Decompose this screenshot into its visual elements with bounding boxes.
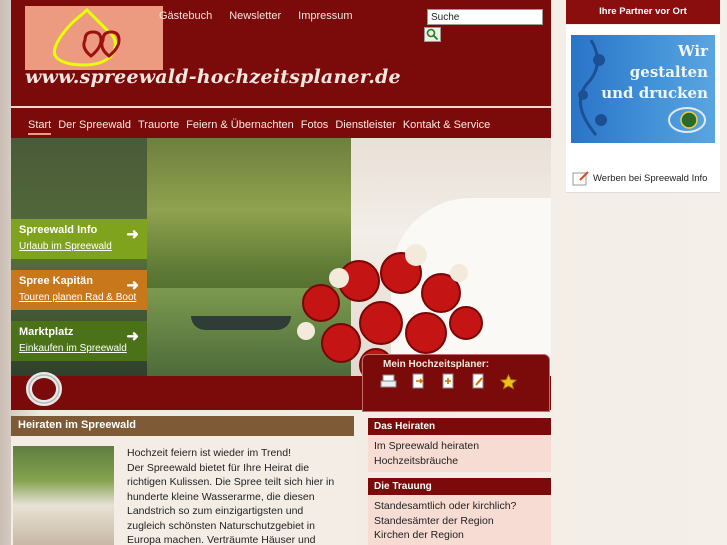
hochzeitsplaner-toolbar: Mein Hochzeitsplaner: [362,354,550,412]
sidebar-header: Ihre Partner vor Ort [566,0,720,24]
rail-link[interactable]: Standesämter der Region [374,514,545,529]
sidebar-title: Ihre Partner vor Ort [599,6,687,17]
nav-dienstleister[interactable]: Dienstleister [335,119,396,131]
nav-spreewald[interactable]: Der Spreewald [58,119,131,131]
nav-feiern[interactable]: Feiern & Übernachten [186,119,294,131]
top-nav: Gästebuch Newsletter Impressum [159,10,353,22]
nav-fotos[interactable]: Fotos [301,119,329,131]
export-icon[interactable] [410,373,427,390]
page: www.spreewald-hochzeitsplaner.de Gästebu… [0,0,727,545]
rail-link[interactable]: Kirchen der Region [374,528,545,543]
topnav-imprint-link[interactable]: Impressum [298,10,352,22]
promo-spreewald-info[interactable]: Spreewald Info Urlaub im Spreewald ➜ [11,219,147,259]
arrow-right-icon: ➜ [126,277,139,294]
site-url: www.spreewald-hochzeitsplaner.de [25,66,401,88]
promo-marktplatz[interactable]: Marktplatz Einkaufen im Spreewald ➜ [11,321,147,361]
edit-icon[interactable] [470,373,487,390]
search-input[interactable] [427,9,543,25]
content-line: richtigen Kulissen. Die Spree teilt sich… [127,476,335,488]
arrow-right-icon: ➜ [126,328,139,345]
ad-text: Wir gestalten und drucken [601,41,708,104]
promo-link[interactable]: Touren planen Rad & Boot [19,292,139,303]
hero-image: Spreewald Info Urlaub im Spreewald ➜ Spr… [11,138,551,378]
content-line: hunderte kleine Wasserarme, die diesen [127,490,315,503]
topnav-guestbook-link[interactable]: Gästebuch [159,10,212,22]
ad-line: gestalten [629,63,708,81]
logo[interactable] [25,6,163,70]
content-section: Heiraten im Spreewald Hochzeit feiern is… [11,416,354,545]
globe-icon [668,107,706,133]
planer-icons [380,373,517,390]
nav-trauorte[interactable]: Trauorte [138,119,179,131]
promo-title: Spreewald Info [19,224,98,236]
search-icon [426,28,439,41]
rail-link[interactable]: Hochzeitsbräuche [374,454,545,469]
rail-box-trauung: Die Trauung Standesamtlich oder kirchlic… [368,478,551,545]
wedding-ring-icon [26,372,62,406]
promo-link[interactable]: Urlaub im Spreewald [19,241,139,252]
rail-links: Im Spreewald heiraten Hochzeitsbräuche [368,435,551,472]
ad-line: Wir [677,42,708,60]
ad-banner[interactable]: Wir gestalten und drucken [571,35,715,143]
rail-link[interactable]: Im Spreewald heiraten [374,439,545,454]
nav-start[interactable]: Start [28,119,52,135]
note-pencil-icon [572,171,589,186]
promo-link[interactable]: Einkaufen im Spreewald [19,343,139,354]
print-icon[interactable] [380,373,397,390]
star-icon[interactable] [500,373,517,390]
promo-title: Spree Kapitän [19,275,93,287]
sidebar-panel: Wir gestalten und drucken Werben bei Spr… [566,25,720,193]
advertise-link[interactable]: Werben bei Spreewald Info [572,170,707,186]
wedding-couple-photo [13,446,114,545]
rail-links: Standesamtlich oder kirchlich? Standesäm… [368,495,551,545]
topnav-newsletter-link[interactable]: Newsletter [229,10,281,22]
add-page-icon[interactable] [440,373,457,390]
ad-line: und drucken [601,84,708,102]
advertise-link-label: Werben bei Spreewald Info [593,172,708,184]
nav-kontakt[interactable]: Kontakt & Service [403,119,490,131]
promo-title: Marktplatz [19,326,74,338]
content-text: Hochzeit feiern ist wieder im Trend! Der… [127,446,343,545]
rail-link[interactable]: Standesamtlich oder kirchlich? [374,499,545,514]
rail-heading: Das Heiraten [368,418,551,435]
content-line: zugleich schönsten Naturschutzgebiet in [127,519,315,532]
rail-box-heiraten: Das Heiraten Im Spreewald heiraten Hochz… [368,418,551,472]
content-line: Europa machen. Verträumte Häuser und [127,534,316,545]
hearts-logo-icon [52,7,121,67]
content-line: Der Spreewald bietet für Ihre Heirat die [127,461,310,474]
search-button[interactable] [424,27,441,42]
site-header: www.spreewald-hochzeitsplaner.de Gästebu… [11,0,551,138]
content-line: Hochzeit feiern ist wieder im Trend! [127,447,291,459]
planer-title: Mein Hochzeitsplaner: [383,359,490,370]
promo-spree-kapitaen[interactable]: Spree Kapitän Touren planen Rad & Boot ➜ [11,270,147,310]
main-nav: Start Der Spreewald Trauorte Feiern & Üb… [28,119,490,135]
header-divider [11,106,551,108]
boat-image [191,316,291,330]
rail-heading: Die Trauung [368,478,551,495]
arrow-right-icon: ➜ [126,226,139,243]
content-line: Landstrich so zum einzigartigsten und [127,505,304,517]
info-rail: Das Heiraten Im Spreewald heiraten Hochz… [368,418,551,545]
content-header: Heiraten im Spreewald [11,416,354,436]
content-title: Heiraten im Spreewald [18,419,136,431]
